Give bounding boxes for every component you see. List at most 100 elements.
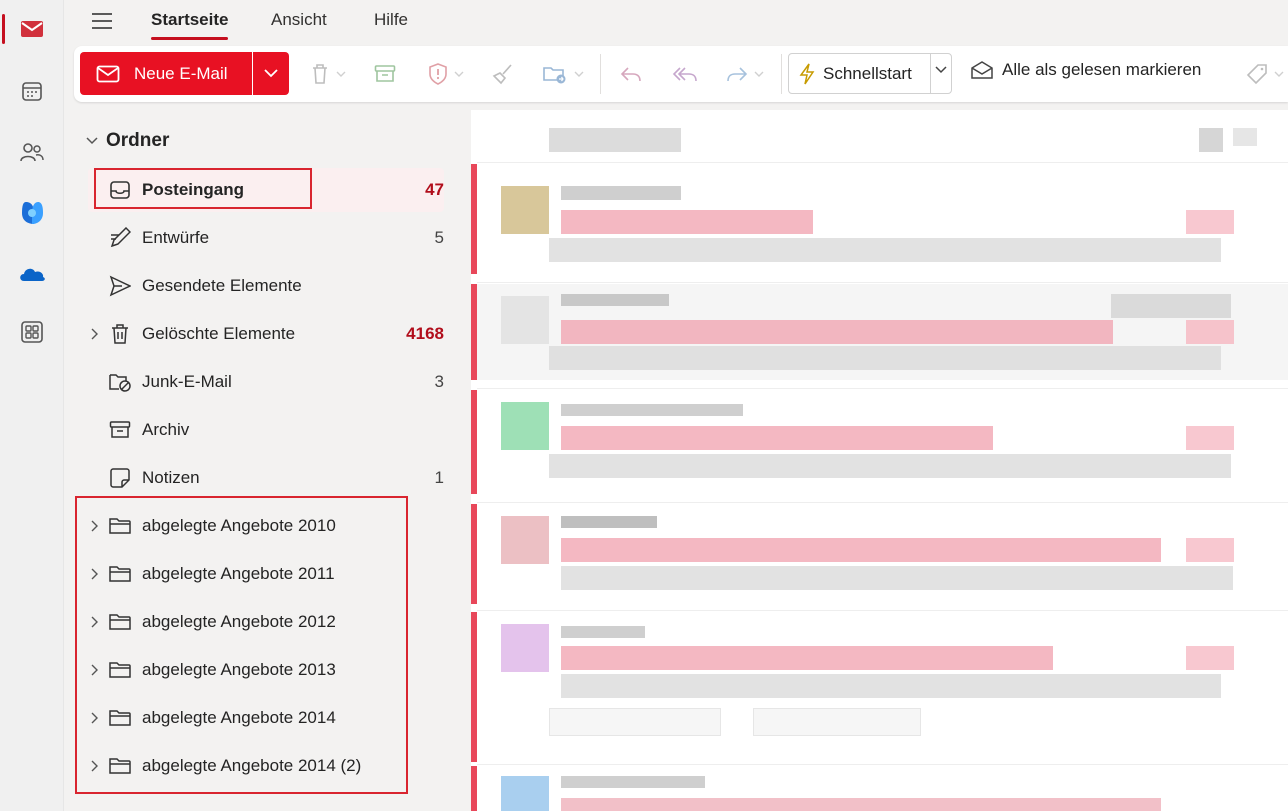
chevron-right-icon[interactable] <box>88 326 100 342</box>
obscured-text <box>561 646 1053 670</box>
onedrive-icon <box>20 268 45 281</box>
obscured-text <box>549 128 681 152</box>
mark-all-read-button[interactable]: Alle als gelesen markieren <box>970 60 1201 80</box>
list-item[interactable] <box>471 164 1288 274</box>
chevron-right-icon[interactable] <box>88 710 100 726</box>
folder-item-angebote-2013[interactable]: abgelegte Angebote 2013 <box>88 648 444 692</box>
obscured-text <box>561 404 743 416</box>
folder-item-angebote-2010[interactable]: abgelegte Angebote 2010 <box>88 504 444 548</box>
obscured-text <box>1233 128 1257 146</box>
tab-hilfe[interactable]: Hilfe <box>374 10 408 40</box>
folder-item-deleted[interactable]: Gelöschte Elemente 4168 <box>88 312 444 356</box>
chevron-right-icon[interactable] <box>88 566 100 582</box>
obscured-text <box>1186 538 1234 562</box>
divider <box>477 764 1288 765</box>
obscured-text <box>561 798 1161 811</box>
folder-item-angebote-2014[interactable]: abgelegte Angebote 2014 <box>88 696 444 740</box>
folder-label: abgelegte Angebote 2014 (2) <box>142 756 362 775</box>
obscured-text <box>561 566 1233 590</box>
folders-section-header[interactable]: Ordner <box>86 130 169 152</box>
sweep-button[interactable] <box>492 60 514 88</box>
drafts-icon <box>108 226 132 250</box>
list-item[interactable] <box>471 390 1288 494</box>
folder-item-angebote-2012[interactable]: abgelegte Angebote 2012 <box>88 600 444 644</box>
folder-item-inbox[interactable]: Posteingang 47 <box>88 168 444 212</box>
new-mail-label: Neue E-Mail <box>134 63 228 83</box>
ribbon-toolbar: Neue E-Mail Schnellstart Alle als gelese… <box>74 46 1288 102</box>
folder-item-archive[interactable]: Archiv <box>88 408 444 452</box>
obscured-text <box>561 210 813 234</box>
tag-button[interactable] <box>1246 60 1284 88</box>
chevron-right-icon[interactable] <box>88 758 100 774</box>
forward-icon <box>727 67 748 82</box>
obscured-text <box>561 626 645 638</box>
trash-icon <box>108 322 132 346</box>
folder-icon <box>108 754 132 778</box>
folder-label: abgelegte Angebote 2012 <box>142 612 336 631</box>
tab-ansicht[interactable]: Ansicht <box>271 10 327 40</box>
folder-item-notes[interactable]: Notizen 1 <box>88 456 444 500</box>
folder-icon <box>108 562 132 586</box>
folder-icon <box>108 610 132 634</box>
folder-item-sent[interactable]: Gesendete Elemente <box>88 264 444 308</box>
list-item[interactable] <box>471 504 1288 604</box>
folder-label: abgelegte Angebote 2010 <box>142 516 336 535</box>
trash-icon <box>313 64 327 84</box>
reply-icon <box>620 67 641 82</box>
report-button[interactable] <box>428 60 464 88</box>
chevron-down-icon <box>454 71 464 77</box>
unread-count: 47 <box>425 180 444 199</box>
chevron-right-icon[interactable] <box>88 518 100 534</box>
hamburger-icon <box>92 13 112 29</box>
navigation-toggle-button[interactable] <box>90 10 114 32</box>
list-item[interactable] <box>471 612 1288 762</box>
item-count: 5 <box>434 228 444 247</box>
attachment-chip[interactable] <box>549 708 721 736</box>
new-mail-dropdown-button[interactable] <box>253 52 289 95</box>
obscured-text <box>549 238 1221 262</box>
divider <box>477 388 1288 389</box>
avatar <box>501 186 549 234</box>
folder-label: Entwürfe <box>142 228 210 247</box>
calendar-app-button[interactable] <box>0 68 64 114</box>
apps-icon <box>21 321 43 343</box>
list-item[interactable] <box>471 284 1288 380</box>
folder-item-junk[interactable]: Junk-E-Mail 3 <box>88 360 444 404</box>
quick-start-button[interactable]: Schnellstart <box>788 53 952 94</box>
message-list[interactable] <box>471 110 1288 811</box>
obscured-text <box>1186 210 1234 234</box>
reply-button[interactable] <box>620 60 642 88</box>
quick-start-label: Schnellstart <box>823 63 912 83</box>
apps-app-button[interactable] <box>0 309 64 355</box>
lightning-icon <box>799 63 815 84</box>
folder-item-angebote-2011[interactable]: abgelegte Angebote 2011 <box>88 552 444 596</box>
onedrive-app-button[interactable] <box>0 251 64 297</box>
folder-item-drafts[interactable]: Entwürfe 5 <box>88 216 444 260</box>
chevron-right-icon[interactable] <box>88 614 100 630</box>
obscured-text <box>561 776 705 788</box>
folder-label: Junk-E-Mail <box>142 372 232 391</box>
copilot-app-button[interactable] <box>0 190 64 236</box>
new-mail-button[interactable]: Neue E-Mail <box>80 52 252 95</box>
item-count: 3 <box>434 372 444 391</box>
mail-app-button[interactable] <box>0 6 64 52</box>
folder-label: abgelegte Angebote 2013 <box>142 660 336 679</box>
tab-startseite[interactable]: Startseite <box>151 10 229 40</box>
top-menu-bar: Startseite Ansicht Hilfe <box>64 0 1288 42</box>
mark-all-read-label: Alle als gelesen markieren <box>1002 60 1202 79</box>
folder-item-angebote-2014-2[interactable]: abgelegte Angebote 2014 (2) <box>88 744 444 788</box>
obscured-text <box>561 294 669 306</box>
move-to-button[interactable] <box>542 60 584 88</box>
reply-all-button[interactable] <box>672 60 698 88</box>
attachment-chip[interactable] <box>753 708 921 736</box>
list-item[interactable] <box>471 766 1288 811</box>
chevron-down-icon[interactable] <box>935 66 947 74</box>
chevron-right-icon[interactable] <box>88 662 100 678</box>
archive-button[interactable] <box>374 60 396 88</box>
chevron-down-icon <box>754 71 764 77</box>
mail-icon <box>21 21 43 37</box>
delete-button[interactable] <box>310 60 346 88</box>
people-app-button[interactable] <box>0 129 64 175</box>
copilot-icon <box>22 202 43 224</box>
forward-button[interactable] <box>726 60 764 88</box>
